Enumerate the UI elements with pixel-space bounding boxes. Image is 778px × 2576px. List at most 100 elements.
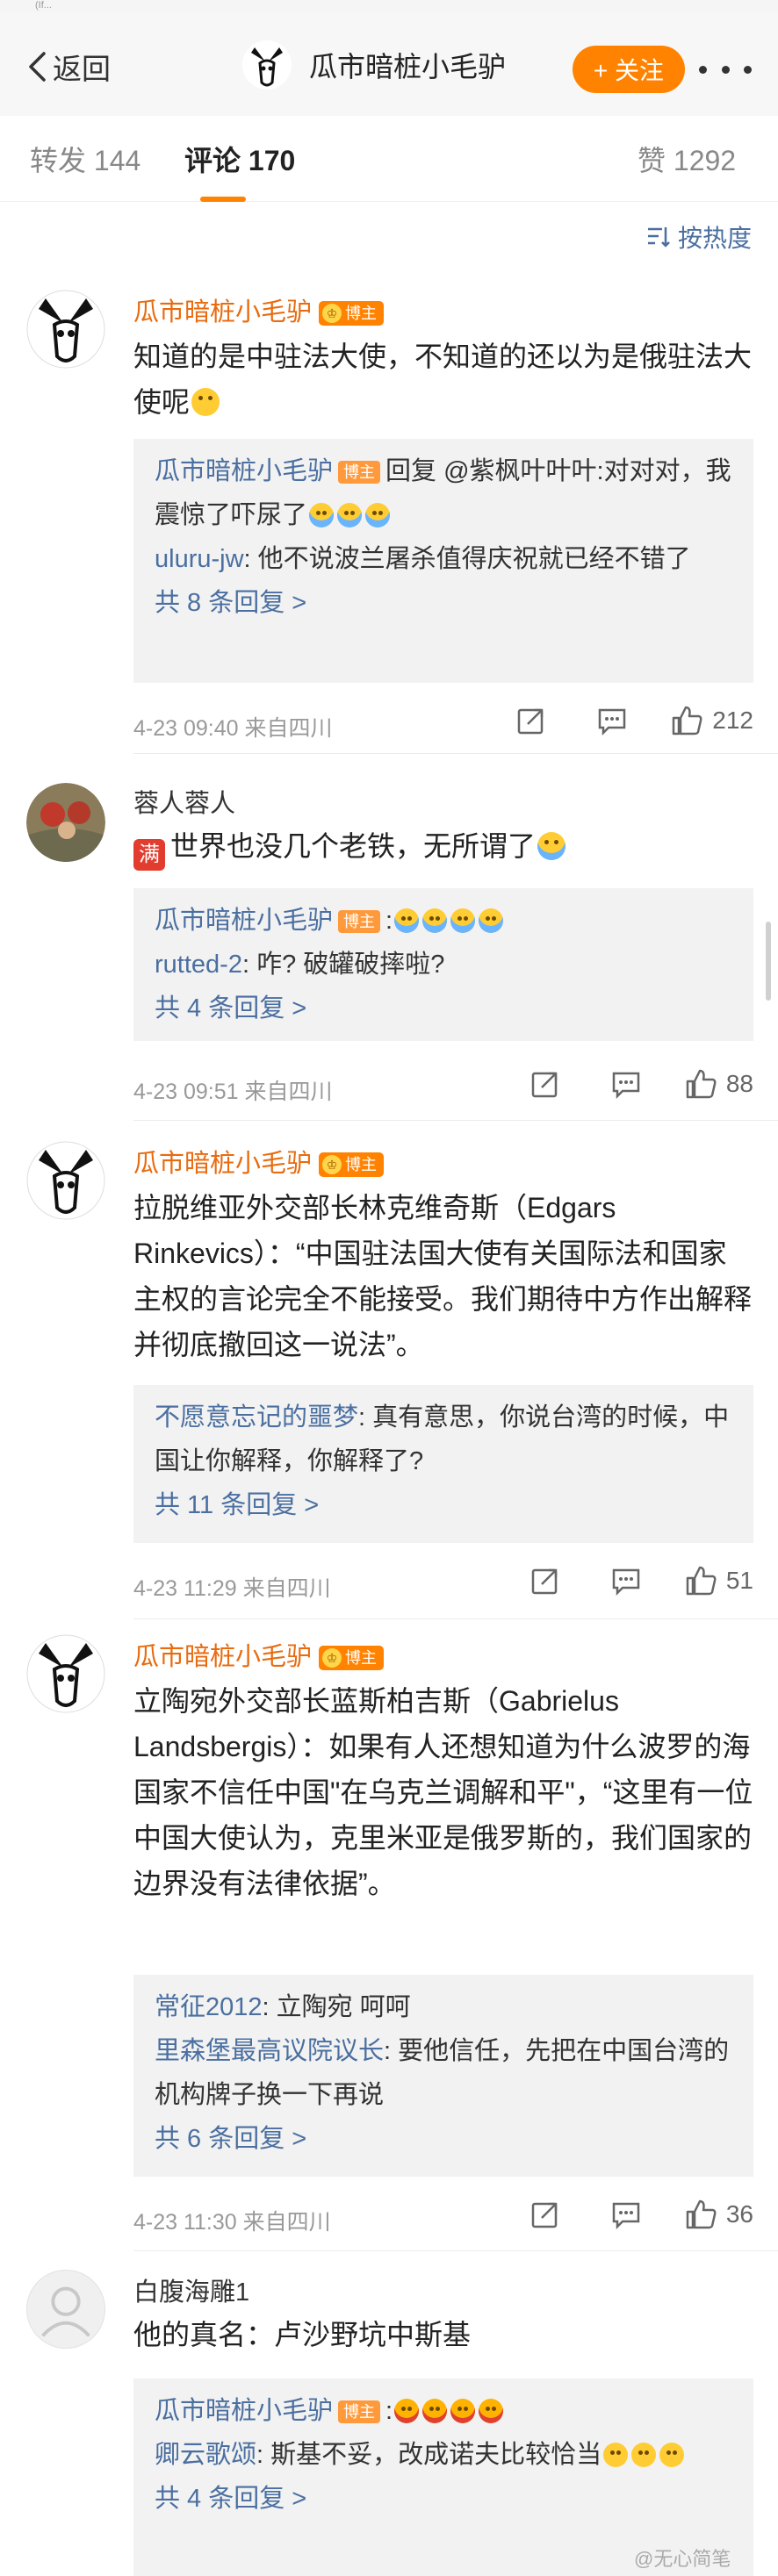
reply-box[interactable]: 瓜市暗桩小毛驴 博主 回复 @紫枫叶叶叶:对对对，我震惊了吓尿了 uluru-jw:… (133, 439, 753, 683)
reply-icon[interactable] (610, 2199, 642, 2230)
sort-label: 按热度 (677, 225, 752, 252)
avatar[interactable] (26, 1141, 105, 1220)
reply-text: : 立陶宛 呵呵 (262, 1993, 411, 2021)
comment-author[interactable]: 瓜市暗桩小毛驴 ♔ 博主 (133, 291, 385, 328)
comment-meta: 4-23 11:30 来自四川 (133, 2210, 331, 2235)
divider (133, 1618, 778, 1619)
reply-author[interactable]: 瓜市暗桩小毛驴 (155, 907, 333, 935)
author-name: 瓜市暗桩小毛驴 (133, 1150, 313, 1178)
comment-author[interactable]: 瓜市暗桩小毛驴 ♔ 博主 (133, 1636, 385, 1673)
comment-text: 满世界也没几个老铁，无所谓了 (133, 823, 753, 871)
like-button[interactable]: 51 (684, 1564, 753, 1597)
avatar[interactable] (26, 290, 105, 369)
comment-body: 知道的是中驻法大使，不知道的还以为是俄驻法大使呢 (133, 341, 753, 418)
sort-by-hot-button[interactable]: 按热度 (645, 219, 752, 255)
crown-icon: ♔ (322, 1155, 342, 1175)
reply-item[interactable]: 常征2012: 立陶宛 呵呵 (155, 1985, 736, 2029)
reply-icon[interactable] (610, 1565, 642, 1597)
reply-author[interactable]: 常征2012 (155, 1993, 263, 2021)
like-count: 51 (725, 1567, 753, 1594)
thumbs-up-icon (686, 2199, 717, 2229)
thumbs-up-icon (673, 706, 702, 735)
reply-author[interactable]: 里森堡最高议院议长 (155, 2037, 384, 2065)
reply-box[interactable]: 不愿意忘记的噩梦: 真有意思，你说台湾的时候，中国让你解释，你解释了? 共 11… (133, 1385, 753, 1543)
repost-icon[interactable] (529, 2199, 561, 2230)
reply-text: : 咋? 破罐破摔啦? (241, 951, 445, 979)
comment-text: 立陶宛外交部长蓝斯柏吉斯（Gabrielus Landsbergis）：如果有人… (133, 1685, 753, 1899)
comment-text: 拉脱维亚外交部长林克维奇斯（Edgars Rinkevics）：“中国驻法国大使… (133, 1192, 753, 1360)
reply-item[interactable]: uluru-jw: 他不说波兰屠杀值得庆祝就已经不错了 (155, 537, 736, 581)
repost-icon[interactable] (515, 705, 547, 736)
view-more-replies-link[interactable]: 共 8 条回复 > (155, 581, 736, 625)
reply-author[interactable]: 瓜市暗桩小毛驴 (155, 457, 333, 485)
badge-label: 博主 (345, 1156, 378, 1174)
badge-label: 博主 (345, 305, 378, 323)
scrollbar[interactable] (766, 922, 771, 1001)
author-badge: ♔ 博主 (319, 1152, 385, 1178)
reply-author[interactable]: 卿云歌颂 (155, 2441, 256, 2469)
avatar[interactable] (242, 40, 292, 90)
reply-author[interactable]: rutted-2 (155, 951, 242, 979)
reply-item[interactable]: rutted-2: 咋? 破罐破摔啦? (155, 943, 736, 987)
like-button[interactable]: 212 (670, 704, 753, 737)
like-count: 212 (712, 707, 753, 734)
reply-item[interactable]: 瓜市暗桩小毛驴 博主: (155, 2389, 736, 2433)
like-count: 88 (725, 1070, 753, 1097)
comment-body: 世界也没几个老铁，无所谓了 (170, 830, 537, 862)
reply-author[interactable]: 瓜市暗桩小毛驴 (155, 2397, 333, 2425)
view-more-replies-link[interactable]: 共 11 条回复 > (155, 1483, 736, 1527)
author-name: 瓜市暗桩小毛驴 (133, 298, 313, 326)
full-badge-icon: 满 (133, 839, 165, 871)
avatar[interactable] (26, 783, 105, 862)
repost-icon[interactable] (529, 1565, 561, 1597)
back-button[interactable]: 返回 (25, 47, 111, 86)
view-more-replies-link[interactable]: 共 4 条回复 > (155, 2477, 736, 2521)
grin-emoji-icon (191, 388, 220, 416)
comment-author[interactable]: 瓜市暗桩小毛驴 ♔ 博主 (133, 1143, 385, 1180)
tab-repost[interactable]: 转发 144 (30, 139, 140, 179)
reply-item[interactable]: 卿云歌颂: 斯基不妥，改成诺夫比较恰当 (155, 2433, 736, 2477)
crown-icon: ♔ (322, 1648, 342, 1668)
reply-icon[interactable] (596, 705, 628, 736)
reply-item[interactable]: 瓜市暗桩小毛驴 博主: (155, 899, 736, 943)
like-button[interactable]: 36 (684, 2198, 753, 2231)
laugh-cry-emoji-icon (450, 908, 476, 933)
haha-emoji-icon (422, 2399, 448, 2423)
view-more-replies-link[interactable]: 共 4 条回复 > (155, 987, 736, 1030)
repost-icon[interactable] (529, 1068, 561, 1100)
back-label: 返回 (53, 53, 111, 85)
comment-meta: 4-23 09:40 来自四川 (133, 716, 333, 741)
comment-text: 他的真名：卢沙野坑中斯基 (133, 2319, 472, 2350)
tab-comment[interactable]: 评论 170 (184, 139, 295, 179)
comment-meta: 4-23 11:29 来自四川 (133, 1576, 331, 1601)
status-bar: (If... (0, 0, 778, 12)
crown-icon: ♔ (322, 304, 342, 324)
top-nav: 返回 瓜市暗桩小毛驴 + 关注 (0, 12, 778, 116)
reply-item[interactable]: 里森堡最高议院议长: 要他信任，先把在中国台湾的机构牌子换一下再说 (155, 2029, 736, 2117)
comment-author[interactable]: 白腹海雕1 (133, 2271, 249, 2308)
reply-box[interactable]: 常征2012: 立陶宛 呵呵 里森堡最高议院议长: 要他信任，先把在中国台湾的机… (133, 1975, 753, 2177)
follow-button[interactable]: + 关注 (573, 46, 685, 93)
view-more-replies-link[interactable]: 共 6 条回复 > (155, 2117, 736, 2161)
reply-item[interactable]: 瓜市暗桩小毛驴 博主 回复 @紫枫叶叶叶:对对对，我震惊了吓尿了 (155, 449, 736, 537)
reply-text: : 斯基不妥，改成诺夫比较恰当 (256, 2441, 602, 2469)
laugh-cry-emoji-icon (479, 908, 504, 933)
reply-author[interactable]: uluru-jw (155, 545, 244, 573)
reply-text: : 他不说波兰屠杀值得庆祝就已经不错了 (243, 545, 691, 573)
tab-bar: 转发 144 评论 170 赞 1292 (0, 116, 778, 202)
reply-item[interactable]: 不愿意忘记的噩梦: 真有意思，你说台湾的时候，中国让你解释，你解释了? (155, 1396, 736, 1483)
reply-icon[interactable] (610, 1068, 642, 1100)
reply-author[interactable]: 不愿意忘记的噩梦 (155, 1403, 358, 1432)
comment-text: 知道的是中驻法大使，不知道的还以为是俄驻法大使呢 (133, 334, 753, 425)
more-options-icon[interactable] (699, 47, 752, 91)
tab-likes[interactable]: 赞 1292 (638, 139, 736, 179)
comment-author[interactable]: 蓉人蓉人 (133, 783, 235, 820)
header-user[interactable]: 瓜市暗桩小毛驴 (242, 40, 506, 90)
avatar[interactable] (26, 2270, 105, 2349)
like-button[interactable]: 88 (684, 1067, 753, 1101)
author-name: 白腹海雕1 (133, 2278, 250, 2307)
header-username: 瓜市暗桩小毛驴 (309, 51, 507, 83)
avatar[interactable] (26, 1634, 105, 1713)
reply-box[interactable]: 瓜市暗桩小毛驴 博主: rutted-2: 咋? 破罐破摔啦? 共 4 条回复 > (133, 888, 753, 1041)
like-count: 36 (725, 2200, 753, 2228)
